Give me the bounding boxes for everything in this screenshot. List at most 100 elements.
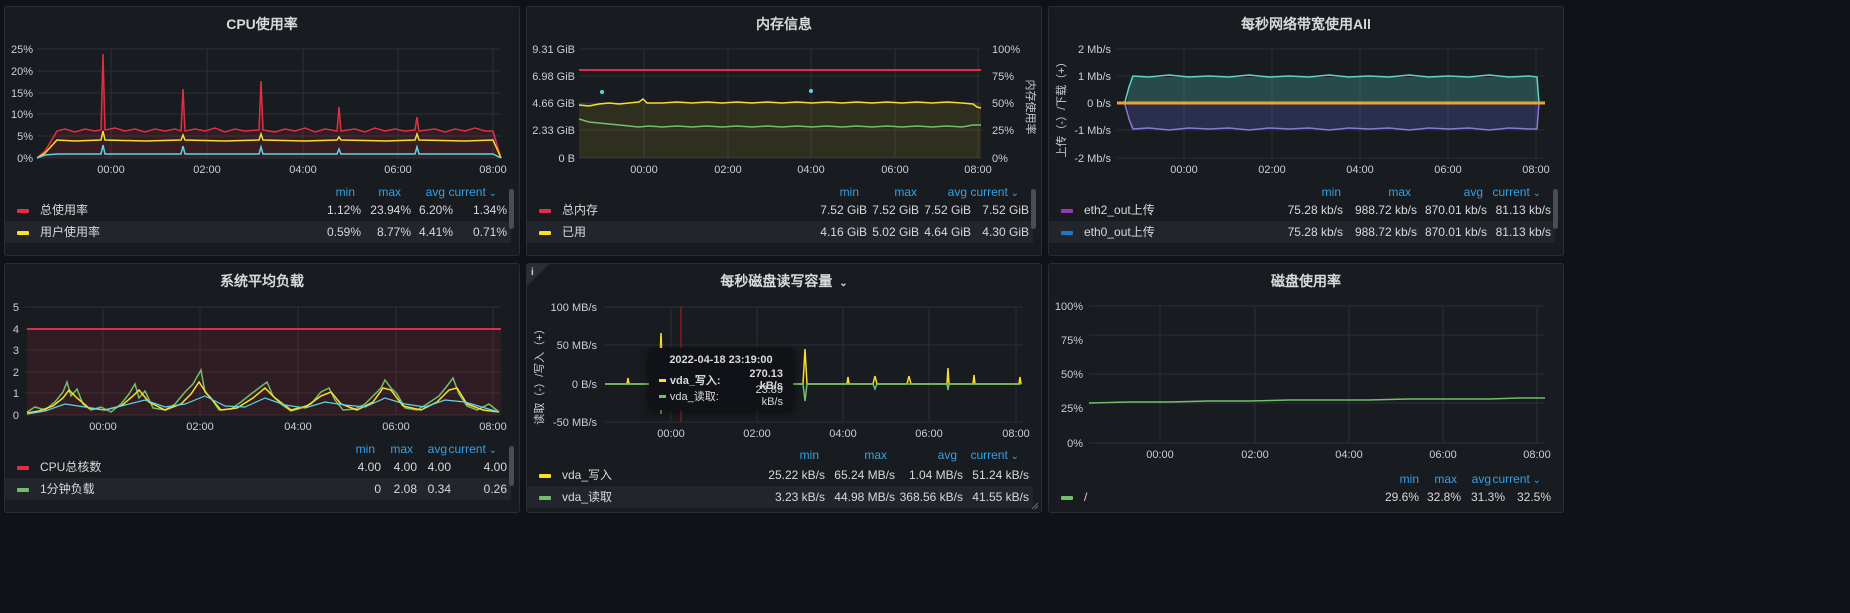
y-tick: -1 Mb/s xyxy=(1074,125,1111,137)
chevron-down-icon[interactable]: ⌄ xyxy=(1530,188,1541,199)
col-min[interactable]: min xyxy=(819,185,859,199)
annotation-marker[interactable] xyxy=(809,89,813,93)
y-tick: 50 MB/s xyxy=(557,340,598,352)
legend-table: min max avg current ⌄ / 29.6% 32.8% 31.3… xyxy=(1049,470,1563,512)
network-graph[interactable]: 2 Mb/s 1 Mb/s 0 b/s -1 Mb/s -2 Mb/s 上传（-… xyxy=(1049,7,1564,192)
legend-row[interactable]: 1分钟负载 0 2.08 0.34 0.26 xyxy=(5,478,511,500)
legend-row[interactable]: CPU总核数 4.00 4.00 4.00 4.00 xyxy=(5,456,511,478)
col-avg[interactable]: avg xyxy=(407,442,447,456)
chevron-down-icon[interactable]: ⌄ xyxy=(486,188,497,199)
max-value: 8.77% xyxy=(376,225,411,239)
y-tick: -50 MB/s xyxy=(553,417,598,429)
y-axis-label: 读取（-）/写入（+） xyxy=(532,323,546,424)
current-value: 4.30 GiB xyxy=(982,225,1029,239)
col-avg[interactable]: avg xyxy=(405,185,445,199)
legend-scrollbar[interactable] xyxy=(1031,189,1036,229)
y-tick-right: 100% xyxy=(992,44,1020,56)
current-value: 0.71% xyxy=(472,225,507,239)
col-min[interactable]: min xyxy=(315,185,355,199)
col-current[interactable]: current ⌄ xyxy=(967,448,1019,462)
current-value: 81.13 kb/s xyxy=(1495,203,1551,217)
legend-row[interactable]: 已用 4.16 GiB 5.02 GiB 4.64 GiB 4.30 GiB xyxy=(527,221,1033,243)
hover-tooltip: 2022-04-18 23:19:00 vda_写入: 270.13 kB/s … xyxy=(649,348,793,410)
series-swatch xyxy=(17,209,29,213)
y-axis-label-right: 内存使用率 xyxy=(1024,80,1038,135)
series-swatch xyxy=(1061,209,1073,213)
col-current[interactable]: current ⌄ xyxy=(445,185,497,199)
col-avg[interactable]: avg xyxy=(917,448,957,462)
legend-table: min max avg current ⌄ eth2_out上传 75.28 k… xyxy=(1049,183,1563,255)
current-value: 0.26 xyxy=(483,482,507,496)
cpu-graph[interactable]: 25% 20% 15% 10% 5% 0% 00:00 02:00 04:00 … xyxy=(5,7,520,192)
legend-row[interactable]: eth0_out上传 75.28 kb/s 988.72 kb/s 870.01… xyxy=(1049,221,1555,243)
panel-memory[interactable]: 内存信息 9.31 GiB 6.98 GiB 4.66 GiB 2.33 GiB… xyxy=(526,6,1042,256)
legend-row[interactable]: 用户使用率 0.59% 8.77% 4.41% 0.71% xyxy=(5,221,511,243)
panel-load[interactable]: 系统平均负载 5 4 3 2 1 0 00:00 02:00 04:00 06:… xyxy=(4,263,520,513)
avg-value: 4.41% xyxy=(418,225,453,239)
x-tick: 02:00 xyxy=(743,428,771,440)
series-swatch xyxy=(659,394,666,398)
legend-row[interactable]: vda_读取 3.23 kB/s 44.98 MB/s 368.56 kB/s … xyxy=(527,486,1033,508)
col-max[interactable]: max xyxy=(877,185,917,199)
col-current[interactable]: current ⌄ xyxy=(1489,472,1541,486)
chevron-down-icon[interactable]: ⌄ xyxy=(486,445,497,456)
col-current[interactable]: current ⌄ xyxy=(967,185,1019,199)
legend-table: min max avg current ⌄ 总使用率 1.12% 23.94% … xyxy=(5,183,519,255)
legend-row[interactable]: eth2_out上传 75.28 kb/s 988.72 kb/s 870.01… xyxy=(1049,199,1555,221)
x-tick: 06:00 xyxy=(1434,164,1462,176)
col-avg[interactable]: avg xyxy=(1451,472,1491,486)
x-tick: 04:00 xyxy=(284,421,312,433)
min-value: 3.23 kB/s xyxy=(774,490,825,504)
col-avg[interactable]: avg xyxy=(927,185,967,199)
y-tick: 4.66 GiB xyxy=(532,98,575,110)
col-min[interactable]: min xyxy=(1379,472,1419,486)
col-min[interactable]: min xyxy=(1301,185,1341,199)
col-min[interactable]: min xyxy=(335,442,375,456)
resize-handle-icon[interactable] xyxy=(1031,502,1039,510)
y-tick-right: 75% xyxy=(992,71,1014,83)
annotation-marker[interactable] xyxy=(600,90,604,94)
panel-disk-io[interactable]: i 每秒磁盘读写容量 ⌄ 100 MB/s 50 MB/s 0 B/s -50 … xyxy=(526,263,1042,513)
current-value: 7.52 GiB xyxy=(982,203,1029,217)
panel-cpu[interactable]: CPU使用率 25% 20% 15% 10% 5% 0% 00:00 02:00… xyxy=(4,6,520,256)
col-min[interactable]: min xyxy=(779,448,819,462)
legend-row[interactable]: 总使用率 1.12% 23.94% 6.20% 1.34% xyxy=(5,199,511,221)
chevron-down-icon[interactable]: ⌄ xyxy=(1008,188,1019,199)
series-swatch xyxy=(539,231,551,235)
disk-usage-graph[interactable]: 100% 75% 50% 25% 0% 00:00 02:00 04:00 06… xyxy=(1049,264,1564,459)
tooltip-series-value: 23.89 kB/s xyxy=(755,384,783,408)
x-tick: 06:00 xyxy=(1429,449,1457,459)
col-max[interactable]: max xyxy=(847,448,887,462)
col-max[interactable]: max xyxy=(361,185,401,199)
y-tick: 6.98 GiB xyxy=(532,71,575,83)
legend-row[interactable]: / 29.6% 32.8% 31.3% 32.5% xyxy=(1049,486,1555,508)
load-graph[interactable]: 5 4 3 2 1 0 00:00 02:00 04:00 06:00 08:0… xyxy=(5,264,520,449)
series-total-fill xyxy=(37,54,501,158)
y-tick: 20% xyxy=(11,66,33,78)
panel-disk-usage[interactable]: 磁盘使用率 100% 75% 50% 25% 0% 00:00 02:00 04… xyxy=(1048,263,1564,513)
x-tick: 02:00 xyxy=(1241,449,1269,459)
legend-scrollbar[interactable] xyxy=(509,189,514,229)
x-tick: 02:00 xyxy=(186,421,214,433)
legend-header: min max avg current ⌄ xyxy=(527,446,1041,464)
legend-scrollbar[interactable] xyxy=(1553,189,1558,229)
x-tick: 00:00 xyxy=(657,428,685,440)
chevron-down-icon[interactable]: ⌄ xyxy=(1008,451,1019,462)
memory-graph[interactable]: 9.31 GiB 6.98 GiB 4.66 GiB 2.33 GiB 0 B … xyxy=(527,7,1042,192)
panel-network[interactable]: 每秒网络带宽使用All 2 Mb/s 1 Mb/s 0 b/s -1 Mb/s … xyxy=(1048,6,1564,256)
x-tick: 08:00 xyxy=(1002,428,1030,440)
download-fill xyxy=(1117,77,1539,103)
col-max[interactable]: max xyxy=(1371,185,1411,199)
legend-row[interactable]: 总内存 7.52 GiB 7.52 GiB 7.52 GiB 7.52 GiB xyxy=(527,199,1033,221)
legend-row[interactable]: vda_写入 25.22 kB/s 65.24 MB/s 1.04 MB/s 5… xyxy=(527,464,1033,486)
max-value: 23.94% xyxy=(370,203,411,217)
current-value: 4.00 xyxy=(483,460,507,474)
col-current[interactable]: current ⌄ xyxy=(1489,185,1541,199)
legend-scrollbar[interactable] xyxy=(509,446,514,486)
y-axis-label: 上传（-）/下载（+） xyxy=(1055,56,1068,157)
series-swatch xyxy=(539,474,551,478)
col-avg[interactable]: avg xyxy=(1443,185,1483,199)
chevron-down-icon[interactable]: ⌄ xyxy=(1530,475,1541,486)
col-current[interactable]: current ⌄ xyxy=(445,442,497,456)
x-tick: 06:00 xyxy=(384,164,412,176)
